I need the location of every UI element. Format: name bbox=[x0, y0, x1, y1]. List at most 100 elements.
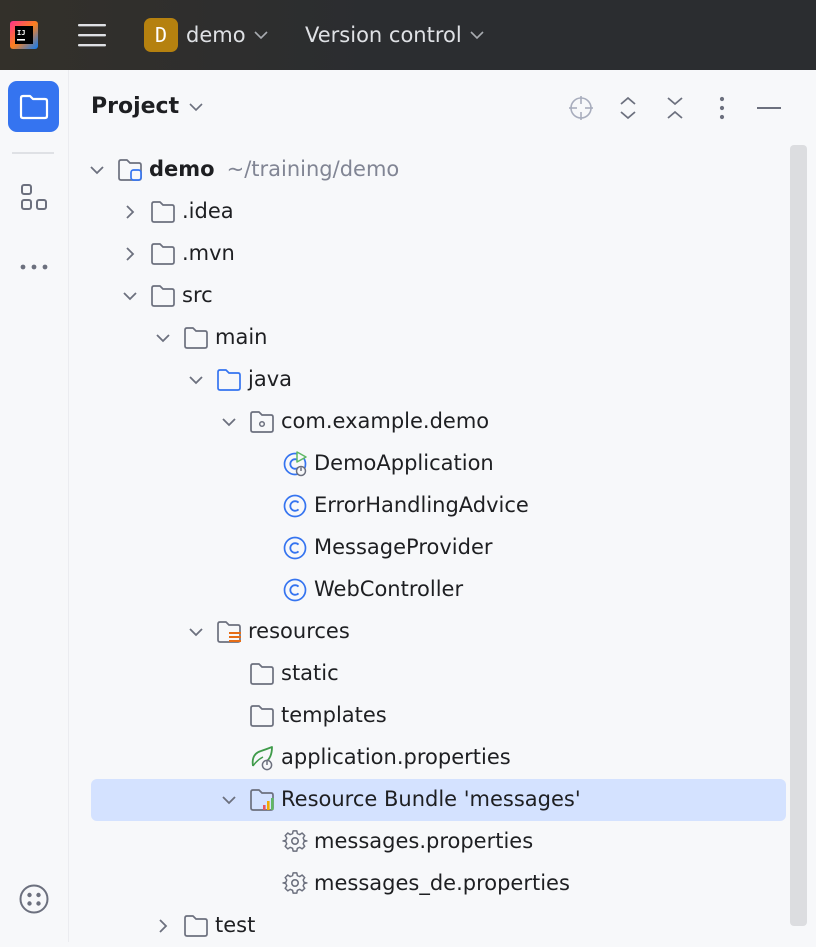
tree-node[interactable]: java bbox=[91, 359, 786, 401]
module-folder-icon bbox=[117, 157, 143, 183]
plugins-tool-button[interactable] bbox=[8, 873, 59, 924]
panel-title: Project bbox=[91, 94, 180, 119]
spring-properties-icon bbox=[249, 745, 275, 771]
class-icon bbox=[282, 535, 308, 561]
folder-icon bbox=[249, 703, 275, 729]
class-icon bbox=[282, 577, 308, 603]
tree-node[interactable]: test bbox=[91, 905, 786, 947]
tree-node[interactable]: MessageProvider bbox=[91, 527, 786, 569]
tree-node[interactable]: src bbox=[91, 275, 786, 317]
tree-node-label: WebController bbox=[314, 577, 464, 601]
more-horizontal-icon bbox=[20, 264, 47, 269]
intellij-logo-icon[interactable]: IJ bbox=[10, 21, 38, 49]
project-name: demo bbox=[186, 23, 246, 47]
tree-node-label: src bbox=[182, 283, 213, 307]
tree-node[interactable]: .idea bbox=[91, 191, 786, 233]
tree-node-label: templates bbox=[281, 703, 387, 727]
crosshair-icon bbox=[569, 96, 593, 120]
chevron-down-icon bbox=[189, 102, 203, 111]
tree-node[interactable]: application.properties bbox=[91, 737, 786, 779]
project-avatar: D bbox=[144, 18, 178, 52]
vertical-scrollbar[interactable] bbox=[790, 145, 807, 926]
tree-node[interactable]: messages_de.properties bbox=[91, 863, 786, 905]
project-tool-window: Project demo ~/training/demo .idea .mvn … bbox=[69, 70, 816, 942]
chevron-right-icon[interactable] bbox=[122, 246, 138, 262]
tree-node-path-hint: ~/training/demo bbox=[226, 157, 400, 181]
expand-all-button[interactable] bbox=[612, 92, 644, 124]
chevron-down-icon[interactable] bbox=[221, 414, 237, 430]
tree-node-label: application.properties bbox=[281, 745, 511, 769]
collapse-all-button[interactable] bbox=[659, 92, 691, 124]
tree-node-label: main bbox=[215, 325, 268, 349]
chevron-right-icon[interactable] bbox=[122, 204, 138, 220]
folder-icon bbox=[150, 283, 176, 309]
collapse-all-icon bbox=[667, 97, 683, 119]
chevron-down-icon[interactable] bbox=[122, 288, 138, 304]
chevron-right-icon[interactable] bbox=[155, 918, 171, 934]
chevron-down-icon[interactable] bbox=[155, 330, 171, 346]
structure-tool-button[interactable] bbox=[8, 171, 59, 222]
tree-node[interactable]: .mvn bbox=[91, 233, 786, 275]
tree-node-label: Resource Bundle 'messages' bbox=[281, 787, 581, 811]
folder-icon bbox=[19, 94, 48, 119]
chevron-down-icon[interactable] bbox=[221, 792, 237, 808]
widgets-icon bbox=[19, 884, 48, 913]
tree-node[interactable]: Resource Bundle 'messages' bbox=[91, 779, 786, 821]
more-tools-button[interactable] bbox=[8, 241, 59, 292]
folder-icon bbox=[150, 241, 176, 267]
tree-node-label: demo ~/training/demo bbox=[149, 157, 400, 181]
resource-bundle-icon bbox=[249, 787, 275, 813]
source-root-folder-icon bbox=[216, 367, 242, 393]
tree-node[interactable]: demo ~/training/demo bbox=[89, 149, 786, 191]
tree-node-label: DemoApplication bbox=[314, 451, 494, 475]
chevron-down-icon bbox=[470, 31, 484, 40]
package-icon bbox=[249, 409, 275, 435]
tree-node-label: resources bbox=[248, 619, 350, 643]
project-view-selector[interactable]: Project bbox=[91, 94, 203, 119]
vcs-label: Version control bbox=[305, 23, 462, 47]
tree-node[interactable]: WebController bbox=[91, 569, 786, 611]
chevron-down-icon[interactable] bbox=[188, 624, 204, 640]
tree-node[interactable]: main bbox=[91, 317, 786, 359]
tree-node[interactable]: com.example.demo bbox=[91, 401, 786, 443]
project-tool-button[interactable] bbox=[8, 81, 59, 132]
tree-node[interactable]: static bbox=[91, 653, 786, 695]
tool-strip-divider bbox=[12, 152, 54, 154]
properties-gear-icon bbox=[282, 829, 308, 855]
more-vertical-icon bbox=[719, 96, 725, 120]
tree-node[interactable]: ErrorHandlingAdvice bbox=[91, 485, 786, 527]
project-switcher[interactable]: D demo bbox=[144, 18, 268, 52]
tool-window-header: Project bbox=[69, 70, 816, 146]
chevron-down-icon[interactable] bbox=[188, 372, 204, 388]
main-menu-icon[interactable] bbox=[78, 23, 106, 47]
tree-node[interactable]: resources bbox=[91, 611, 786, 653]
tree-node-label: test bbox=[215, 913, 256, 937]
version-control-dropdown[interactable]: Version control bbox=[305, 18, 484, 52]
options-button[interactable] bbox=[706, 92, 738, 124]
minimize-icon bbox=[757, 107, 781, 109]
chevron-down-icon bbox=[253, 31, 268, 40]
spring-boot-class-icon bbox=[282, 451, 308, 477]
tree-node-label: .idea bbox=[182, 199, 234, 223]
expand-all-icon bbox=[620, 96, 636, 120]
chevron-down-icon[interactable] bbox=[89, 162, 105, 178]
tree-node[interactable]: templates bbox=[91, 695, 786, 737]
resources-root-folder-icon bbox=[216, 619, 242, 645]
class-icon bbox=[282, 493, 308, 519]
hide-button[interactable] bbox=[753, 92, 785, 124]
tree-node-label: .mvn bbox=[182, 241, 235, 265]
locate-file-button[interactable] bbox=[565, 92, 597, 124]
tree-node-label: messages_de.properties bbox=[314, 871, 570, 895]
tree-node-label: messages.properties bbox=[314, 829, 534, 853]
tree-node[interactable]: messages.properties bbox=[91, 821, 786, 863]
folder-icon bbox=[249, 661, 275, 687]
tree-node-label: static bbox=[281, 661, 339, 685]
tree-node[interactable]: DemoApplication bbox=[91, 443, 786, 485]
properties-gear-icon bbox=[282, 871, 308, 897]
tool-window-strip bbox=[0, 70, 69, 942]
folder-icon bbox=[183, 913, 209, 939]
folder-icon bbox=[183, 325, 209, 351]
tree-node-label: ErrorHandlingAdvice bbox=[314, 493, 529, 517]
tree-node-label: java bbox=[248, 367, 292, 391]
main-toolbar: IJ D demo Version control bbox=[0, 0, 816, 70]
